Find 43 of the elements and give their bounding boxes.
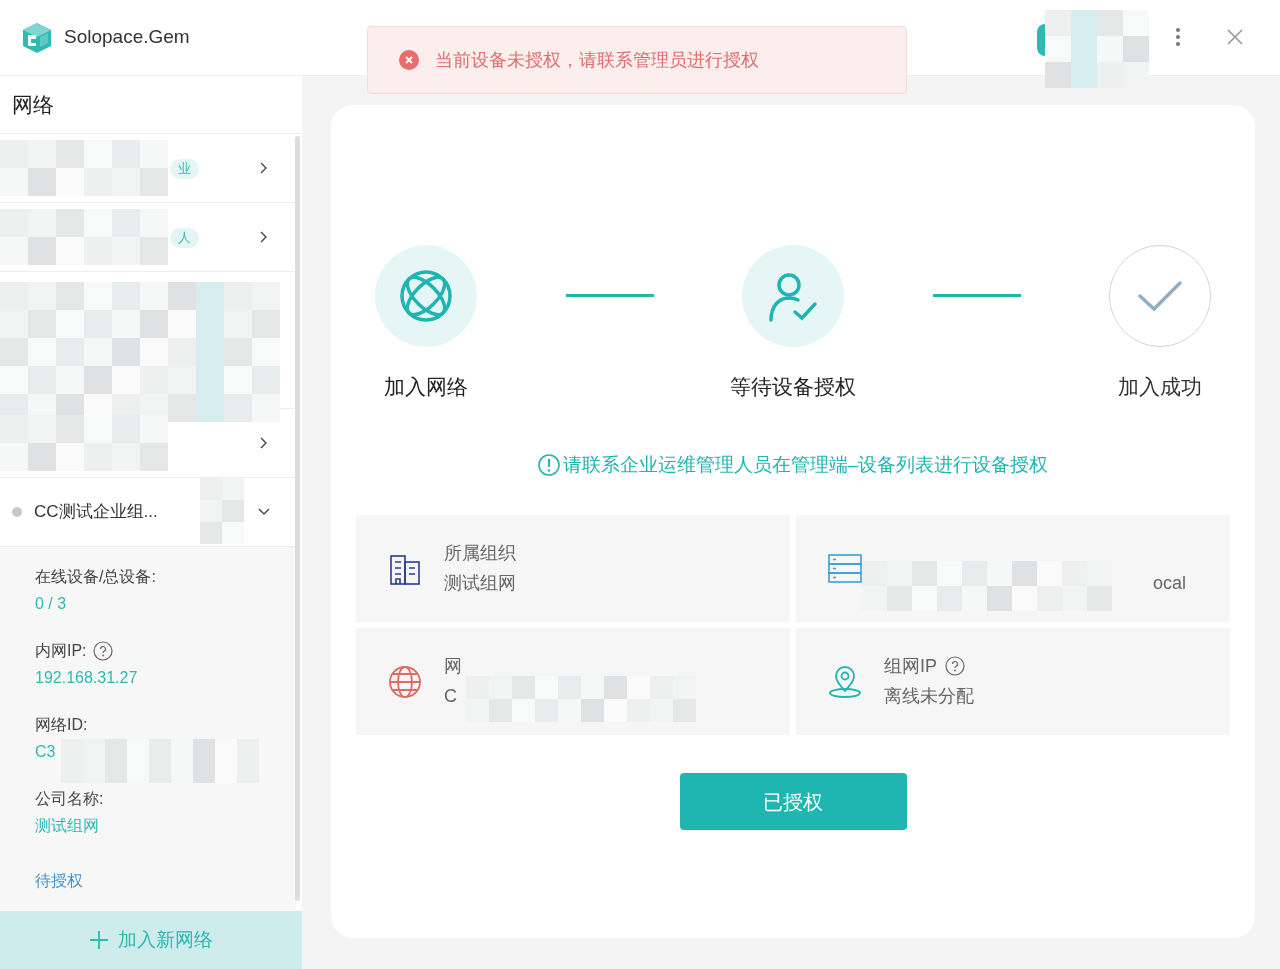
status-text: 待授权: [35, 871, 84, 891]
globe-icon: [400, 270, 452, 322]
info-value: C: [444, 685, 458, 708]
network-name: CC测试企业组...: [34, 501, 158, 524]
step-label: 加入成功: [1118, 374, 1202, 400]
authorized-button[interactable]: 已授权: [679, 773, 907, 830]
server-icon: [828, 551, 862, 586]
info-label: 组网IP: [884, 654, 937, 678]
close-icon: [1227, 29, 1243, 45]
step-label: 等待设备授权: [730, 374, 856, 400]
alert-icon: [537, 453, 560, 476]
field-label: 公司名称:: [35, 789, 104, 809]
error-icon: [399, 50, 419, 70]
more-icon: [1175, 27, 1181, 47]
info-value: 离线未分配: [884, 685, 974, 708]
location-pin-icon: [828, 664, 862, 699]
user-check-icon: [767, 270, 819, 322]
toast-message: 当前设备未授权，请联系管理员进行授权: [435, 48, 759, 72]
field-label: 网络ID:: [35, 715, 88, 735]
field-label: 在线设备/总设备:: [35, 567, 156, 587]
globe-icon: [388, 664, 422, 699]
info-label: 所属组织: [444, 541, 516, 565]
field-value: 0 / 3: [35, 594, 67, 614]
info-value: ocal: [1152, 572, 1186, 595]
info-value: 测试组网: [444, 572, 516, 595]
add-network-button[interactable]: 加入新网络: [0, 911, 302, 969]
app-name: Solopace.Gem: [64, 25, 190, 50]
info-label: 网: [444, 654, 462, 678]
step-label: 加入网络: [384, 374, 468, 400]
plus-icon: [89, 931, 108, 949]
field-label: 内网IP:: [35, 641, 87, 661]
network-item[interactable]: 人: [0, 203, 296, 272]
notice-text: 请联系企业运维管理人员在管理端–设备列表进行设备授权: [562, 452, 1049, 477]
cube-logo-icon: [22, 21, 52, 54]
scrollbar[interactable]: [295, 136, 300, 901]
network-tag: 业: [170, 159, 199, 179]
field-value: 测试组网: [35, 816, 99, 836]
pixelated-redaction: [200, 478, 244, 544]
network-tag: 人: [170, 228, 199, 248]
avatar[interactable]: [1037, 24, 1045, 56]
network-item[interactable]: 业: [0, 134, 296, 203]
field-value: 192.168.31.27: [35, 668, 138, 688]
field-value: C3: [35, 742, 56, 762]
